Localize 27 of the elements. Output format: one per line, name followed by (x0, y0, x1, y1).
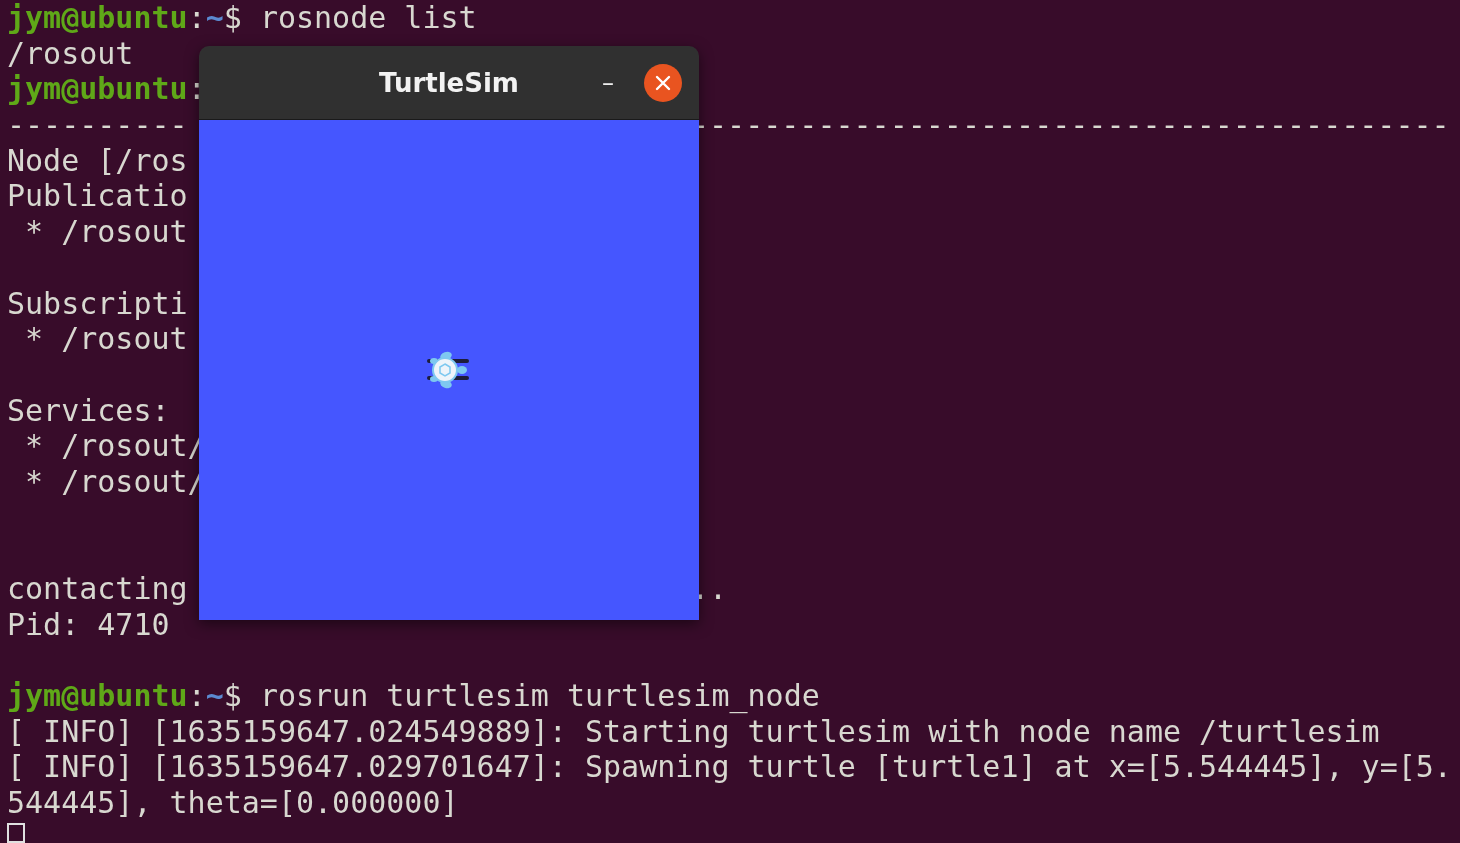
minimize-button[interactable]: – (598, 68, 618, 97)
close-icon (655, 74, 671, 91)
output-text: ------------------------------------------ (691, 107, 1450, 143)
window-title: TurtleSim (379, 67, 519, 98)
output-text: * /rosout/ (24, 463, 206, 500)
shell-prompt: jym@ubuntu:~$ (7, 0, 242, 36)
output-text: 544445], theta=[0.000000] (7, 785, 459, 821)
output-text: * /rosout (24, 214, 188, 250)
output-text: /rosout (7, 35, 134, 72)
output-text: contacting (7, 571, 188, 607)
shell-prompt: jym@ubuntu: (7, 71, 206, 108)
shell-prompt: jym@ubuntu:~$ (7, 678, 242, 714)
output-text: Subscripti (7, 285, 188, 322)
output-text: Publicatio (7, 178, 188, 215)
output-text: * /rosout/ (24, 428, 206, 464)
output-text: Services: (7, 392, 170, 429)
command-text: rosrun turtlesim turtlesim_node (258, 678, 820, 714)
output-text: ---------- (7, 107, 188, 143)
cursor (7, 822, 25, 843)
output-text: * /rosout (24, 321, 188, 357)
close-button[interactable] (644, 63, 682, 102)
output-text: Pid: 4710 (7, 606, 170, 643)
command-text: rosnode list (258, 0, 477, 36)
output-text: [ INFO] [1635159647.029701647]: Spawning turtle [turtle1] at x=[5.544445], y=[5. (7, 749, 1452, 786)
turtle-icon (426, 350, 472, 390)
output-text: Node [/ros (7, 142, 188, 179)
output-text: [ INFO] [1635159647.024549889]: Starting turtlesim with node name /turtlesim (7, 713, 1380, 750)
